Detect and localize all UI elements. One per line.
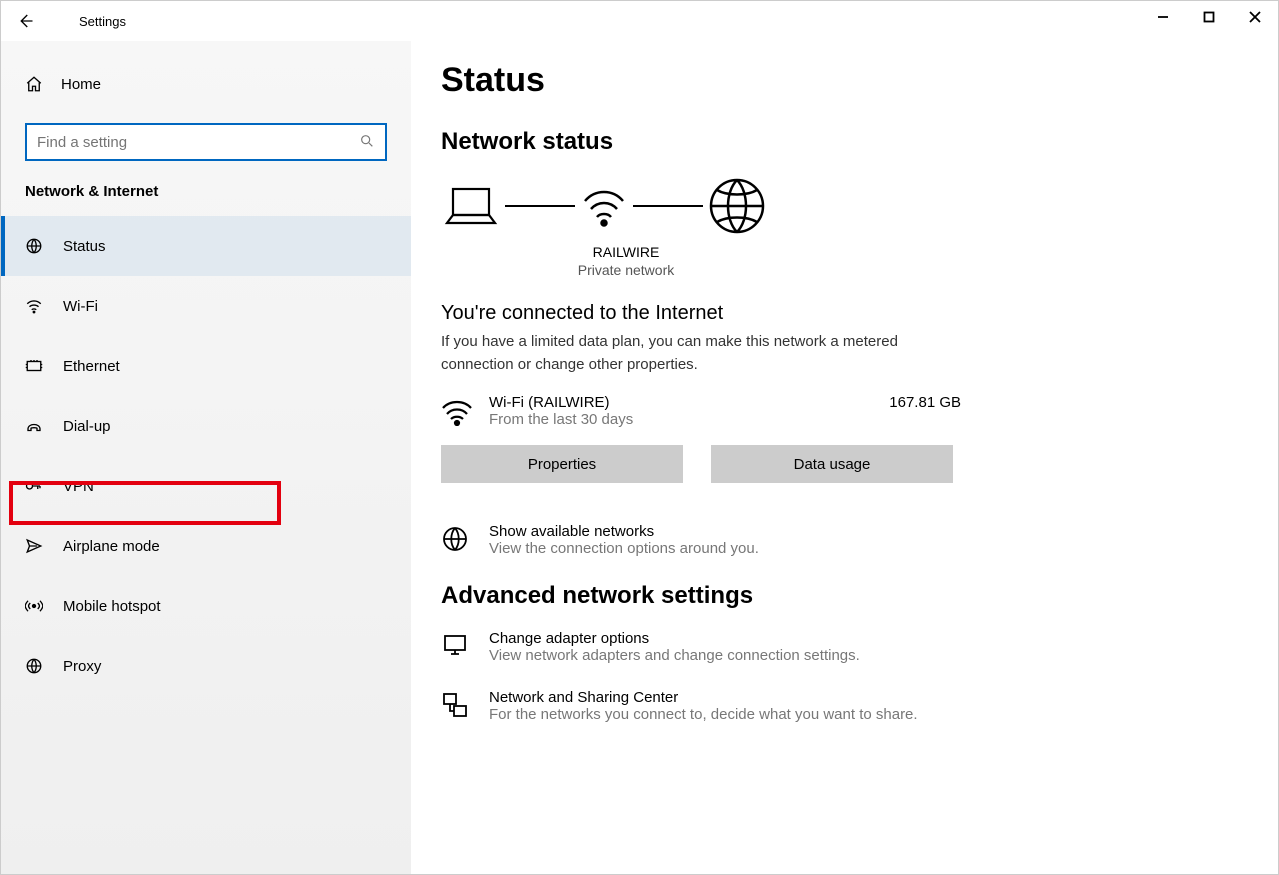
sidebar-item-label: Ethernet xyxy=(63,358,120,375)
sidebar-item-proxy[interactable]: Proxy xyxy=(1,636,411,696)
network-sharing-link[interactable]: Network and Sharing Center For the netwo… xyxy=(441,689,1278,724)
sidebar-item-dialup[interactable]: Dial-up xyxy=(1,396,411,456)
sidebar-item-label: VPN xyxy=(63,478,94,495)
wifi-usage: 167.81 GB xyxy=(889,394,961,411)
adapter-icon xyxy=(441,632,473,665)
sidebar-item-label: Status xyxy=(63,238,106,255)
globe-diagram-icon xyxy=(707,176,767,236)
search-input[interactable] xyxy=(37,134,359,151)
section-advanced: Advanced network settings xyxy=(441,582,1278,610)
content-area: Status Network status RAILWIRE Private n… xyxy=(411,41,1278,874)
sidebar: Home Network & Internet Status Wi-Fi Eth… xyxy=(1,41,411,874)
connected-title: You're connected to the Internet xyxy=(441,302,1278,325)
network-diagram xyxy=(441,176,1278,236)
wifi-icon xyxy=(441,398,473,431)
diagram-labels: RAILWIRE Private network xyxy=(441,244,811,278)
wifi-sub: From the last 30 days xyxy=(489,411,889,428)
home-icon xyxy=(25,75,43,93)
sidebar-item-label: Mobile hotspot xyxy=(63,598,161,615)
titlebar: Settings xyxy=(1,1,1278,41)
section-network-status: Network status xyxy=(441,128,1278,156)
proxy-icon xyxy=(25,657,43,675)
dialup-icon xyxy=(25,417,43,435)
sidebar-item-vpn[interactable]: VPN xyxy=(1,456,411,516)
window-controls xyxy=(1140,1,1278,33)
sidebar-home[interactable]: Home xyxy=(1,61,411,107)
network-name: RAILWIRE xyxy=(441,244,811,260)
sidebar-item-ethernet[interactable]: Ethernet xyxy=(1,336,411,396)
sidebar-item-wifi[interactable]: Wi-Fi xyxy=(1,276,411,336)
sidebar-item-label: Proxy xyxy=(63,658,101,675)
minimize-button[interactable] xyxy=(1140,1,1186,33)
show-available-networks-link[interactable]: Show available networks View the connect… xyxy=(441,523,1278,558)
change-adapter-link[interactable]: Change adapter options View network adap… xyxy=(441,630,1278,665)
hotspot-icon xyxy=(25,597,43,615)
wifi-info-row: Wi-Fi (RAILWIRE) From the last 30 days 1… xyxy=(441,394,961,431)
link-title: Network and Sharing Center xyxy=(489,689,918,706)
sharing-icon xyxy=(441,691,473,724)
sidebar-category: Network & Internet xyxy=(1,183,411,216)
link-title: Show available networks xyxy=(489,523,759,540)
sidebar-item-status[interactable]: Status xyxy=(1,216,411,276)
search-box[interactable] xyxy=(25,123,387,161)
wifi-diagram-icon xyxy=(579,181,629,231)
sidebar-item-hotspot[interactable]: Mobile hotspot xyxy=(1,576,411,636)
network-type: Private network xyxy=(441,262,811,278)
back-button[interactable] xyxy=(1,1,49,41)
globe-icon xyxy=(441,525,473,558)
wifi-icon xyxy=(25,297,43,315)
window-title: Settings xyxy=(49,14,126,29)
sidebar-item-airplane[interactable]: Airplane mode xyxy=(1,516,411,576)
link-title: Change adapter options xyxy=(489,630,860,647)
properties-button[interactable]: Properties xyxy=(441,445,683,483)
laptop-icon xyxy=(441,181,501,231)
airplane-icon xyxy=(25,537,43,555)
sidebar-item-label: Dial-up xyxy=(63,418,111,435)
vpn-icon xyxy=(25,477,43,495)
close-button[interactable] xyxy=(1232,1,1278,33)
ethernet-icon xyxy=(25,357,43,375)
sidebar-item-label: Airplane mode xyxy=(63,538,160,555)
maximize-button[interactable] xyxy=(1186,1,1232,33)
sidebar-home-label: Home xyxy=(61,76,101,93)
link-desc: View network adapters and change connect… xyxy=(489,647,860,664)
link-desc: View the connection options around you. xyxy=(489,540,759,557)
page-title: Status xyxy=(441,61,1278,100)
data-usage-button[interactable]: Data usage xyxy=(711,445,953,483)
connected-desc: If you have a limited data plan, you can… xyxy=(441,331,961,376)
globe-icon xyxy=(25,237,43,255)
link-desc: For the networks you connect to, decide … xyxy=(489,706,918,723)
sidebar-item-label: Wi-Fi xyxy=(63,298,98,315)
search-icon xyxy=(359,133,375,152)
wifi-name: Wi-Fi (RAILWIRE) xyxy=(489,394,889,411)
